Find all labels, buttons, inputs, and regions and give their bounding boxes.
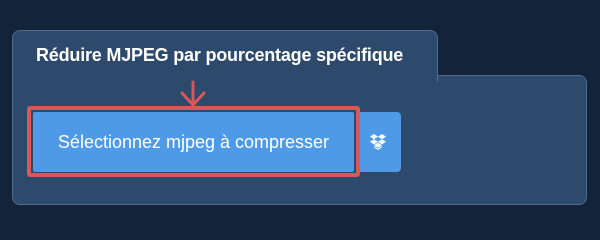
tab-panel-join bbox=[13, 74, 437, 78]
tab-title: Réduire MJPEG par pourcentage spécifique bbox=[36, 45, 404, 65]
converter-stage: Réduire MJPEG par pourcentage spécifique… bbox=[0, 0, 600, 230]
dropbox-button[interactable] bbox=[356, 112, 401, 172]
highlight-frame bbox=[27, 106, 360, 177]
dropbox-icon bbox=[370, 134, 386, 150]
pointer-arrow-icon bbox=[180, 80, 206, 107]
